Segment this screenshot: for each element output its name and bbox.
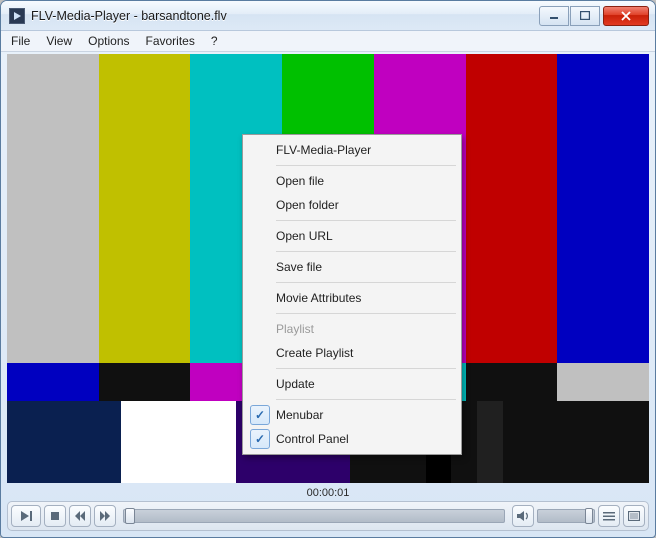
playlist-button[interactable]	[598, 505, 620, 527]
cm-open-file[interactable]: Open file	[246, 169, 458, 193]
window-buttons	[539, 6, 649, 26]
list-icon	[603, 511, 615, 521]
menu-help[interactable]: ?	[203, 31, 226, 51]
cm-open-folder[interactable]: Open folder	[246, 193, 458, 217]
fullscreen-icon	[628, 511, 640, 521]
play-button[interactable]	[11, 505, 41, 527]
video-area[interactable]: FLV-Media-Player Open file Open folder O…	[7, 54, 649, 483]
cm-menubar[interactable]: ✓ Menubar	[246, 403, 458, 427]
volume-thumb[interactable]	[585, 508, 593, 524]
next-button[interactable]	[94, 505, 116, 527]
check-icon: ✓	[250, 429, 270, 449]
menu-view[interactable]: View	[38, 31, 80, 51]
cm-save-file[interactable]: Save file	[246, 255, 458, 279]
maximize-button[interactable]	[570, 6, 600, 26]
window-title: FLV-Media-Player - barsandtone.flv	[31, 9, 539, 23]
prev-button[interactable]	[69, 505, 91, 527]
fullscreen-button[interactable]	[623, 505, 645, 527]
volume-button[interactable]	[512, 505, 534, 527]
menu-file[interactable]: File	[3, 31, 38, 51]
speaker-icon	[516, 510, 530, 522]
cm-control-panel-label: Control Panel	[276, 432, 349, 446]
app-window: FLV-Media-Player - barsandtone.flv File …	[0, 0, 656, 538]
cm-app-name[interactable]: FLV-Media-Player	[246, 138, 458, 162]
control-panel: 00:00:01	[7, 487, 649, 531]
cm-menubar-label: Menubar	[276, 408, 323, 422]
minimize-button[interactable]	[539, 6, 569, 26]
check-icon: ✓	[250, 405, 270, 425]
seek-slider[interactable]	[123, 509, 505, 523]
forward-icon	[100, 511, 110, 521]
timecode: 00:00:01	[7, 487, 649, 501]
menu-options[interactable]: Options	[80, 31, 137, 51]
cm-movie-attributes[interactable]: Movie Attributes	[246, 286, 458, 310]
cm-open-url[interactable]: Open URL	[246, 224, 458, 248]
seek-thumb[interactable]	[125, 508, 135, 524]
cm-control-panel[interactable]: ✓ Control Panel	[246, 427, 458, 451]
titlebar[interactable]: FLV-Media-Player - barsandtone.flv	[1, 1, 655, 31]
cm-update[interactable]: Update	[246, 372, 458, 396]
cm-create-playlist[interactable]: Create Playlist	[246, 341, 458, 365]
close-button[interactable]	[603, 6, 649, 26]
stop-icon	[50, 511, 60, 521]
volume-slider[interactable]	[537, 509, 595, 523]
cm-playlist: Playlist	[246, 317, 458, 341]
stop-button[interactable]	[44, 505, 66, 527]
rewind-icon	[75, 511, 85, 521]
menubar: File View Options Favorites ?	[1, 31, 655, 52]
app-icon	[9, 8, 25, 24]
context-menu: FLV-Media-Player Open file Open folder O…	[242, 134, 462, 455]
play-icon	[19, 511, 33, 521]
menu-favorites[interactable]: Favorites	[138, 31, 203, 51]
